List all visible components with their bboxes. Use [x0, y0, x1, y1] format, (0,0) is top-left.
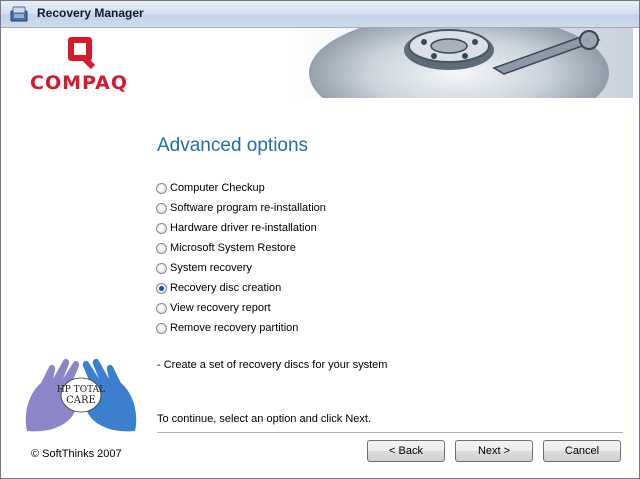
title-bar[interactable]: Recovery Manager	[1, 1, 639, 28]
svg-text:HP TOTAL: HP TOTAL	[57, 385, 105, 395]
footer-divider	[157, 432, 623, 433]
radio-button[interactable]	[156, 222, 167, 234]
radio-button[interactable]	[156, 202, 167, 214]
option-label: Computer Checkup	[170, 182, 265, 194]
radio-button[interactable]	[156, 242, 167, 254]
recovery-manager-app-icon	[10, 6, 28, 22]
window-title: Recovery Manager	[37, 6, 144, 20]
hp-total-care-logo: HP TOTAL CARE	[25, 358, 137, 432]
option-label: View recovery report	[170, 302, 271, 314]
radio-button[interactable]	[156, 262, 167, 274]
option-label: Hardware driver re-installation	[170, 222, 317, 234]
hard-drive-banner-image	[289, 28, 633, 98]
option-system-recovery[interactable]: System recovery	[156, 258, 326, 278]
option-label: Microsoft System Restore	[170, 242, 296, 254]
option-view-recovery-report[interactable]: View recovery report	[156, 298, 326, 318]
cancel-button[interactable]: Cancel	[543, 440, 621, 462]
option-label: System recovery	[170, 262, 252, 274]
svg-text:COMPAQ: COMPAQ	[30, 72, 128, 94]
back-button[interactable]: < Back	[367, 440, 445, 462]
svg-text:CARE: CARE	[66, 395, 96, 406]
option-description: - Create a set of recovery discs for you…	[157, 359, 388, 371]
instruction-text: To continue, select an option and click …	[157, 413, 372, 425]
option-software-reinstall[interactable]: Software program re-installation	[156, 198, 326, 218]
option-label: Software program re-installation	[170, 202, 326, 214]
radio-button[interactable]	[156, 322, 167, 334]
option-label: Remove recovery partition	[170, 322, 299, 334]
copyright-text: © SoftThinks 2007	[31, 448, 122, 460]
compaq-logo: COMPAQ	[30, 37, 128, 94]
option-remove-recovery-partition[interactable]: Remove recovery partition	[156, 318, 326, 338]
radio-button[interactable]	[156, 182, 167, 194]
option-system-restore[interactable]: Microsoft System Restore	[156, 238, 326, 258]
radio-button[interactable]	[156, 302, 167, 314]
option-label: Recovery disc creation	[170, 282, 282, 294]
next-button[interactable]: Next >	[455, 440, 533, 462]
header-banner: COMPAQ	[7, 28, 633, 98]
option-recovery-disc-creation[interactable]: Recovery disc creation	[156, 278, 326, 298]
radio-button-selected[interactable]	[156, 282, 167, 294]
option-computer-checkup[interactable]: Computer Checkup	[156, 178, 326, 198]
recovery-manager-window: Recovery Manager COMPAQ Advanced options…	[0, 0, 640, 479]
recovery-options-list: Computer Checkup Software program re-ins…	[156, 178, 326, 338]
page-heading: Advanced options	[157, 135, 309, 156]
option-hardware-driver-reinstall[interactable]: Hardware driver re-installation	[156, 218, 326, 238]
